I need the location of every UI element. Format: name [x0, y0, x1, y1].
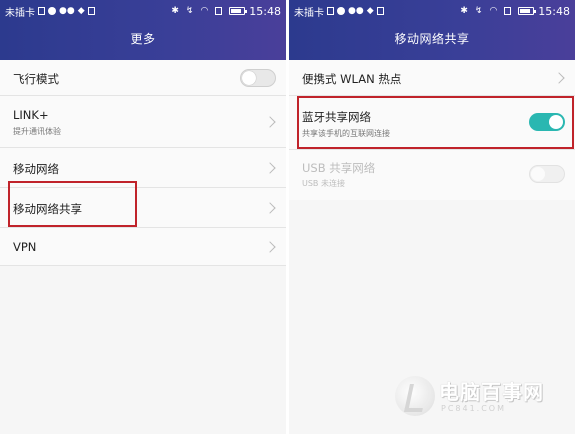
- screen-more: 未插卡 ●● ◆ ✱ ↯ ◠ 15:48 更多 飞行模式 LINK+ 提升通讯体: [0, 0, 286, 434]
- list-item-link-plus[interactable]: LINK+ 提升通讯体验: [0, 96, 286, 148]
- status-bar: 未插卡 ●● ◆ ✱ ↯ ◠ 15:48: [0, 0, 286, 22]
- item-subtitle: 共享该手机的互联网连接: [302, 129, 390, 138]
- airplane-mode-toggle[interactable]: [240, 69, 276, 87]
- list-item-vpn[interactable]: VPN: [0, 228, 286, 266]
- watermark: 电脑百事网 PC841.COM: [395, 374, 570, 424]
- item-label: 蓝牙共享网络: [302, 110, 371, 124]
- battery-icon: [229, 7, 248, 15]
- sim-status-icon: [215, 7, 223, 15]
- chevron-right-icon: [264, 116, 276, 128]
- sim-icon: [327, 7, 334, 15]
- item-label: VPN: [13, 240, 37, 254]
- chevron-right-icon: [264, 241, 276, 253]
- bluetooth-icon: ✱: [460, 6, 468, 16]
- list-item-wlan-hotspot[interactable]: 便携式 WLAN 热点: [289, 60, 575, 96]
- item-label: 飞行模式: [13, 72, 59, 86]
- sim-status-icon: [504, 7, 512, 15]
- message-icon: ◆: [77, 6, 85, 16]
- notification-icon: [337, 7, 345, 15]
- clock: 15:48: [538, 4, 570, 18]
- image-icon: [87, 7, 95, 15]
- list-item-airplane-mode[interactable]: 飞行模式: [0, 60, 286, 96]
- nfc-icon: ↯: [185, 6, 194, 16]
- sim-icon: [38, 7, 45, 15]
- notification-icon: [48, 7, 56, 15]
- chevron-right-icon: [264, 162, 276, 174]
- item-label: 移动网络: [13, 162, 59, 176]
- item-label: LINK+: [13, 108, 49, 122]
- image-icon: [376, 7, 384, 15]
- carrier-label: 未插卡: [5, 7, 35, 19]
- item-subtitle: USB 未连接: [302, 179, 345, 188]
- chat-icon: ●●: [348, 6, 364, 16]
- tethering-list: 便携式 WLAN 热点 蓝牙共享网络 共享该手机的互联网连接 USB 共享网络 …: [289, 60, 575, 200]
- page-title: 移动网络共享: [394, 32, 470, 46]
- usb-tethering-toggle: [529, 165, 565, 183]
- list-item-usb-tethering: USB 共享网络 USB 未连接: [289, 150, 575, 200]
- settings-list: 飞行模式 LINK+ 提升通讯体验 移动网络 移动网络共享 VPN: [0, 60, 286, 266]
- screen-tethering: 未插卡 ●● ◆ ✱ ↯ ◠ 15:48 移动网络共享 便携式 WLAN 热点 …: [289, 0, 575, 434]
- item-label: USB 共享网络: [302, 161, 376, 175]
- battery-icon: [518, 7, 537, 15]
- page-title: 更多: [130, 32, 156, 46]
- chevron-right-icon: [553, 72, 565, 84]
- app-bar: 未插卡 ●● ◆ ✱ ↯ ◠ 15:48 更多: [0, 0, 286, 60]
- message-icon: ◆: [366, 6, 374, 16]
- item-label: 便携式 WLAN 热点: [302, 72, 402, 86]
- watermark-text: 电脑百事网: [439, 380, 544, 404]
- watermark-subtext: PC841.COM: [441, 404, 507, 413]
- bluetooth-icon: ✱: [171, 6, 179, 16]
- watermark-logo-icon: [395, 376, 435, 416]
- item-label: 移动网络共享: [13, 202, 82, 216]
- carrier-label: 未插卡: [294, 7, 324, 19]
- wifi-icon: ◠: [200, 6, 209, 16]
- bluetooth-tethering-toggle[interactable]: [529, 113, 565, 131]
- clock: 15:48: [249, 4, 281, 18]
- wifi-icon: ◠: [489, 6, 498, 16]
- chat-icon: ●●: [59, 6, 75, 16]
- list-item-bluetooth-tethering[interactable]: 蓝牙共享网络 共享该手机的互联网连接: [289, 96, 575, 150]
- app-bar: 未插卡 ●● ◆ ✱ ↯ ◠ 15:48 移动网络共享: [289, 0, 575, 60]
- chevron-right-icon: [264, 202, 276, 214]
- list-item-tethering[interactable]: 移动网络共享: [0, 188, 286, 228]
- list-item-mobile-network[interactable]: 移动网络: [0, 148, 286, 188]
- nfc-icon: ↯: [474, 6, 483, 16]
- status-bar: 未插卡 ●● ◆ ✱ ↯ ◠ 15:48: [289, 0, 575, 22]
- item-subtitle: 提升通讯体验: [13, 127, 61, 136]
